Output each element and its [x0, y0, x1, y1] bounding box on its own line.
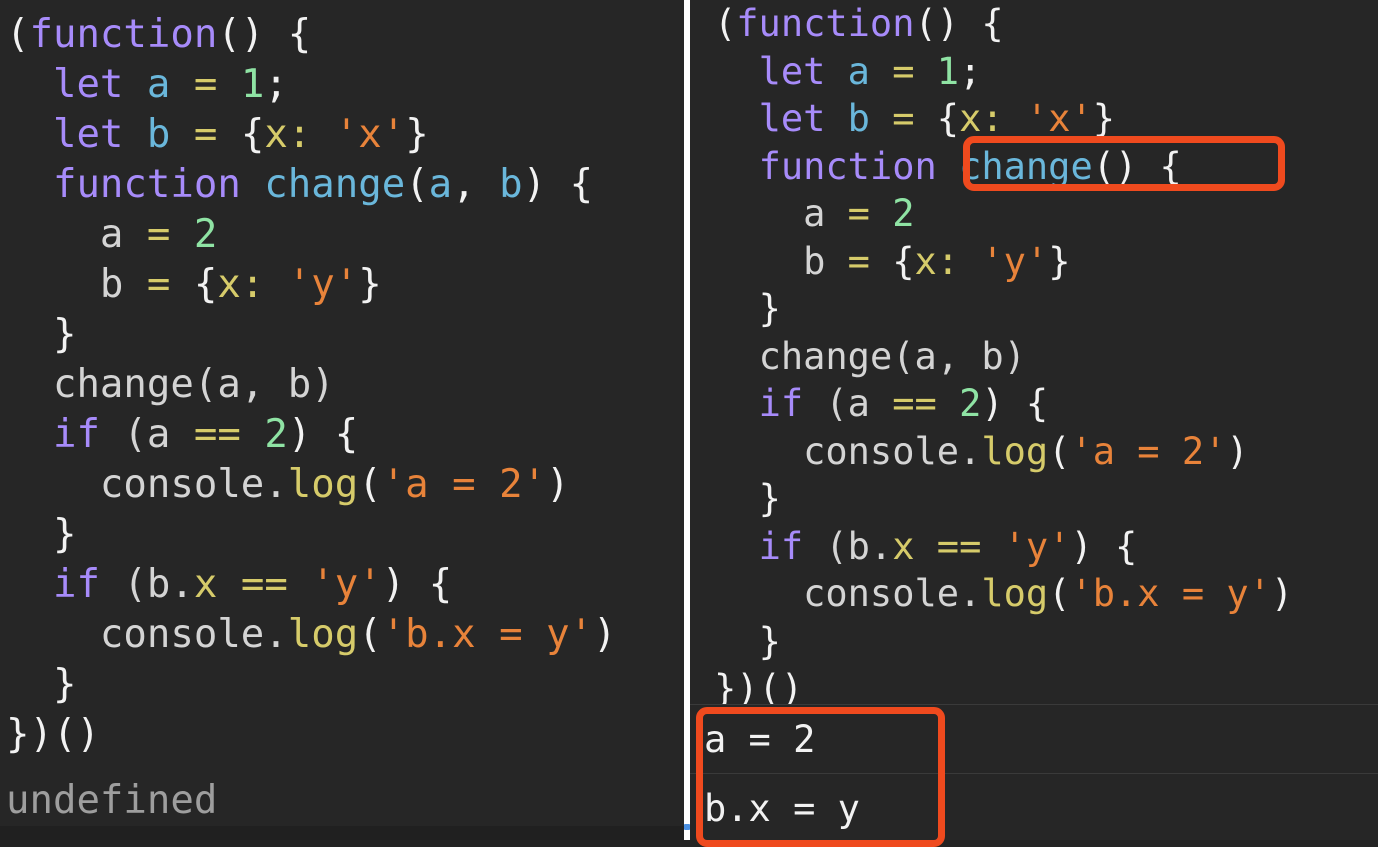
code-line: b = {x: 'y'} [803, 239, 1071, 283]
code-line: console.log('a = 2') [803, 429, 1249, 473]
code-line: let a = 1; [52, 62, 288, 107]
split-screenshot-comparison: (function() { let a = 1; let b = {x: 'x'… [0, 0, 1378, 847]
code-line: } [758, 477, 781, 520]
code-line: } [52, 662, 77, 707]
code-line: } [52, 312, 77, 357]
code-line: b = {x: 'y'} [99, 262, 382, 307]
code-line: change(a, b) [52, 362, 335, 407]
code-line: console.log('b.x = y') [803, 572, 1294, 615]
right-code-panel: (function() { let a = 1; let b = {x: 'x'… [690, 0, 1378, 840]
code-line: console.log('b.x = y') [99, 612, 617, 657]
console-output-area: a = 2 b.x = y [690, 704, 1378, 840]
left-bottom-bar [0, 826, 684, 840]
console-output-row[interactable]: b.x = y [690, 773, 1378, 840]
code-line: let a = 1; [758, 49, 982, 93]
code-line: if (b.x == 'y') { [758, 524, 1138, 568]
code-line: function change() { [758, 144, 1182, 188]
code-line: console.log('a = 2') [99, 462, 570, 507]
code-line: } [758, 619, 781, 663]
code-line: } [52, 512, 77, 557]
code-line: a = 2 [99, 212, 218, 257]
code-line: if (a == 2) { [52, 412, 359, 457]
left-code-block[interactable]: (function() { let a = 1; let b = {x: 'x'… [6, 10, 684, 760]
code-line: a = 2 [803, 192, 915, 235]
code-line: let b = {x: 'x'} [758, 97, 1116, 140]
code-line: })() [6, 712, 100, 757]
console-output-row[interactable]: a = 2 [690, 704, 1378, 773]
code-line: (function() { [714, 2, 1004, 45]
code-line: } [758, 287, 781, 330]
code-line: (function() { [6, 12, 312, 57]
right-code-block[interactable]: (function() { let a = 1; let b = {x: 'x'… [714, 0, 1378, 713]
left-eval-result: undefined [6, 778, 218, 823]
code-line: let b = {x: 'x'} [52, 112, 429, 157]
left-code-panel: (function() { let a = 1; let b = {x: 'x'… [0, 0, 684, 840]
code-line: change(a, b) [758, 334, 1026, 378]
code-line: if (a == 2) { [758, 382, 1049, 425]
code-line: function change(a, b) { [52, 162, 594, 207]
code-line: if (b.x == 'y') { [52, 562, 453, 607]
